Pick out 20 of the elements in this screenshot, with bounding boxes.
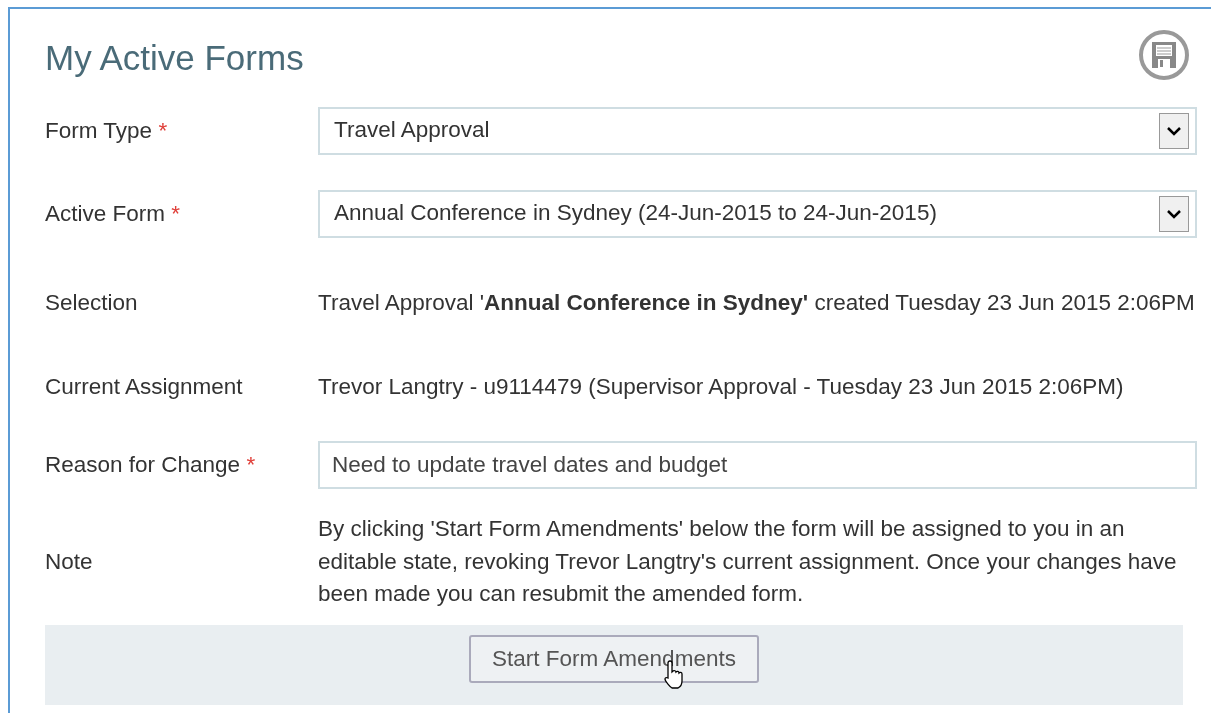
- field-label: Reason for Change: [45, 452, 241, 478]
- field-value: Trevor Langtry - u9114479 (Supervisor Approval - Tuesday 23 Jun 2015 2:06PM): [318, 372, 1125, 401]
- field-label: Current Assignment: [45, 374, 243, 400]
- chevron-down-icon[interactable]: [1159, 195, 1189, 232]
- required-marker: *: [158, 117, 168, 143]
- field-label: Selection: [45, 290, 138, 316]
- input-field[interactable]: Need to update travel dates and budget: [318, 441, 1197, 489]
- required-marker: *: [171, 200, 181, 226]
- panel-title: My Active Forms: [45, 37, 304, 79]
- field-label: Form Type: [45, 117, 153, 143]
- dropdown[interactable]: Travel Approval: [318, 106, 1197, 155]
- field-label: Note: [45, 549, 93, 575]
- save-icon[interactable]: [1138, 29, 1190, 81]
- field-label: Active Form: [45, 200, 165, 226]
- chevron-down-icon[interactable]: [1159, 112, 1189, 149]
- start-amendments-button[interactable]: Start Form Amendments: [469, 635, 759, 683]
- dropdown[interactable]: Annual Conference in Sydney (24-Jun-2015 to 24-Jun-2015): [318, 189, 1197, 238]
- field-value: Travel Approval 'Annual Conference in Sydney' created Tuesday 23 Jun 2015 2:06PM: [318, 288, 1196, 317]
- field-value: By clicking 'Start Form Amendments' below the form will be assigned to you in an editable state, revoking Trevor Langtry's current assignment. Once your changes have been made you can resubmit the amended form.: [318, 515, 1178, 609]
- required-marker: *: [246, 452, 256, 478]
